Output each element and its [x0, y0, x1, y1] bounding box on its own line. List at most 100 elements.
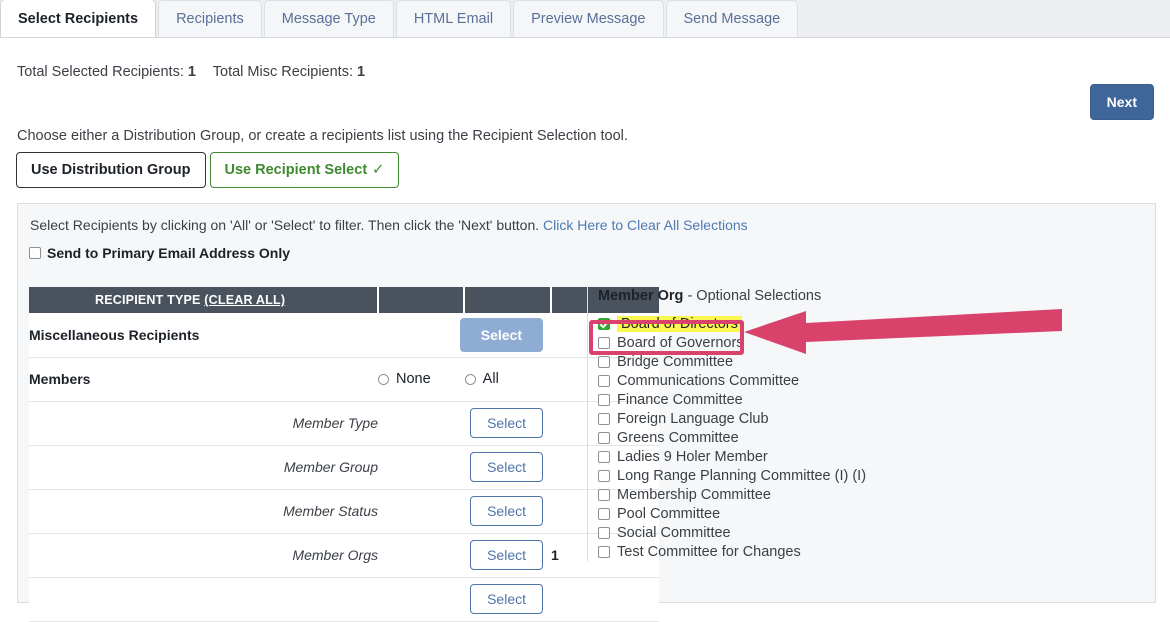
radio-all[interactable]: All: [464, 371, 499, 387]
row-label: Member Type: [292, 415, 378, 431]
primary-email-only-label: Send to Primary Email Address Only: [47, 245, 291, 261]
table-row: Member Group Select: [29, 445, 659, 489]
use-recipient-select-button[interactable]: Use Recipient Select ✓: [209, 152, 400, 188]
option-label: Pool Committee: [617, 505, 721, 522]
option-label: Long Range Planning Committee (I) (I): [617, 467, 867, 484]
option-label: Finance Committee: [617, 391, 743, 408]
table-row: Member Type Select: [29, 401, 659, 445]
option-checkbox[interactable]: [598, 374, 610, 387]
member-org-option[interactable]: Board of Directors: [598, 314, 1147, 333]
row-label: Member Status: [283, 503, 378, 519]
option-label: Social Committee: [617, 524, 731, 541]
option-label: Membership Committee: [617, 486, 771, 503]
member-org-option[interactable]: Social Committee: [598, 523, 1147, 542]
members-radio-group: None All: [378, 371, 551, 387]
recipient-selection-panel: Select Recipients by clicking on 'All' o…: [17, 203, 1156, 622]
table-row: Members None All: [29, 357, 659, 401]
option-checkbox[interactable]: [598, 469, 610, 482]
option-checkbox[interactable]: [598, 355, 610, 368]
row-control-cell: Select: [378, 489, 551, 533]
tab-html-email[interactable]: HTML Email: [395, 0, 512, 37]
member-org-option[interactable]: Ladies 9 Holer Member: [598, 447, 1147, 466]
select-button[interactable]: Select: [470, 584, 543, 614]
option-label: Board of Directors: [617, 315, 742, 332]
select-button[interactable]: Select: [459, 317, 543, 352]
column-header-label: RECIPIENT TYPE: [95, 293, 201, 307]
option-checkbox[interactable]: [598, 317, 610, 330]
tab-message-type[interactable]: Message Type: [263, 0, 394, 37]
option-label: Test Committee for Changes: [617, 543, 801, 560]
option-checkbox[interactable]: [598, 507, 610, 520]
member-org-option[interactable]: Bridge Committee: [598, 352, 1147, 371]
radio-none-icon[interactable]: [378, 373, 389, 385]
recipient-type-table: RECIPIENT TYPE (CLEAR ALL) Miscellaneous…: [29, 287, 659, 622]
next-button[interactable]: Next: [1089, 84, 1154, 120]
select-button[interactable]: Select: [470, 496, 543, 526]
option-checkbox[interactable]: [598, 431, 610, 444]
primary-email-only-checkbox[interactable]: [29, 247, 41, 259]
row-label: Member Orgs: [292, 547, 378, 563]
option-checkbox[interactable]: [598, 526, 610, 539]
panel-instruction: Select Recipients by clicking on 'All' o…: [30, 217, 748, 233]
select-button[interactable]: Select: [470, 452, 543, 482]
option-label: Board of Governors: [617, 334, 744, 351]
member-org-option[interactable]: Communications Committee: [598, 371, 1147, 390]
column-header-3: [464, 287, 552, 313]
option-checkbox[interactable]: [598, 393, 610, 406]
check-icon: ✓: [372, 162, 385, 178]
option-checkbox[interactable]: [598, 450, 610, 463]
select-button[interactable]: Select: [470, 540, 543, 570]
row-control-cell: Select: [378, 401, 551, 445]
totals-summary: Total Selected Recipients: 1 Total Misc …: [17, 64, 365, 80]
member-org-option[interactable]: Finance Committee: [598, 390, 1147, 409]
table-header-row: RECIPIENT TYPE (CLEAR ALL): [29, 287, 659, 313]
table-row: Miscellaneous Recipients Select: [29, 313, 659, 357]
row-label: [29, 577, 378, 621]
row-label: Member Group: [283, 459, 378, 475]
option-checkbox[interactable]: [598, 336, 610, 349]
member-org-title-rest: - Optional Selections: [683, 288, 822, 304]
tab-recipients[interactable]: Recipients: [158, 0, 262, 37]
member-org-option[interactable]: Foreign Language Club: [598, 409, 1147, 428]
member-org-option[interactable]: Board of Governors: [598, 333, 1147, 352]
row-label: Miscellaneous Recipients: [29, 326, 200, 343]
option-label: Bridge Committee: [617, 353, 734, 370]
total-selected-label: Total Selected Recipients:: [17, 64, 184, 80]
table-body: Miscellaneous Recipients Select Members Non…: [29, 313, 659, 621]
row-label: Members: [29, 371, 91, 387]
tab-select-recipients[interactable]: Select Recipients: [0, 0, 157, 37]
clear-all-selections-link[interactable]: Click Here to Clear All Selections: [543, 217, 748, 233]
option-label: Greens Committee: [617, 429, 739, 446]
use-recipient-select-label: Use Recipient Select: [224, 162, 368, 178]
row-control-cell: Select: [378, 533, 551, 577]
radio-all-label: All: [482, 371, 499, 387]
table-row: Member Status Select: [29, 489, 659, 533]
radio-all-icon[interactable]: [464, 373, 476, 385]
row-control-cell: Select: [378, 445, 551, 489]
member-org-option[interactable]: Test Committee for Changes: [598, 542, 1147, 561]
option-checkbox[interactable]: [598, 545, 610, 558]
option-checkbox[interactable]: [598, 488, 610, 501]
row-control-cell: Select: [378, 313, 551, 357]
use-distribution-group-button[interactable]: Use Distribution Group: [16, 152, 206, 188]
choose-instruction: Choose either a Distribution Group, or c…: [17, 128, 628, 144]
panel-instruction-text: Select Recipients by clicking on 'All' o…: [30, 217, 540, 233]
option-checkbox[interactable]: [598, 412, 610, 425]
select-button[interactable]: Select: [470, 408, 543, 438]
clear-all-link[interactable]: (CLEAR ALL): [204, 293, 285, 307]
member-org-option[interactable]: Pool Committee: [598, 504, 1147, 523]
member-org-options-panel: Member Org - Optional Selections Board o…: [587, 287, 1147, 561]
radio-none-label: None: [396, 371, 431, 387]
tab-preview-message[interactable]: Preview Message: [513, 0, 664, 37]
total-selected-value: 1: [187, 64, 196, 80]
mode-button-group: Use Distribution Group Use Recipient Sel…: [16, 152, 400, 188]
total-misc-value: 1: [357, 64, 366, 80]
primary-email-only-row[interactable]: Send to Primary Email Address Only: [29, 245, 290, 261]
member-org-option[interactable]: Long Range Planning Committee (I) (I): [598, 466, 1147, 485]
tab-send-message[interactable]: Send Message: [665, 0, 799, 37]
member-org-option[interactable]: Membership Committee: [598, 485, 1147, 504]
column-header-recipient-type: RECIPIENT TYPE (CLEAR ALL): [29, 287, 379, 313]
radio-none[interactable]: None: [378, 371, 431, 387]
tab-bar: Select Recipients Recipients Message Type H…: [0, 0, 1170, 38]
member-org-option[interactable]: Greens Committee: [598, 428, 1147, 447]
